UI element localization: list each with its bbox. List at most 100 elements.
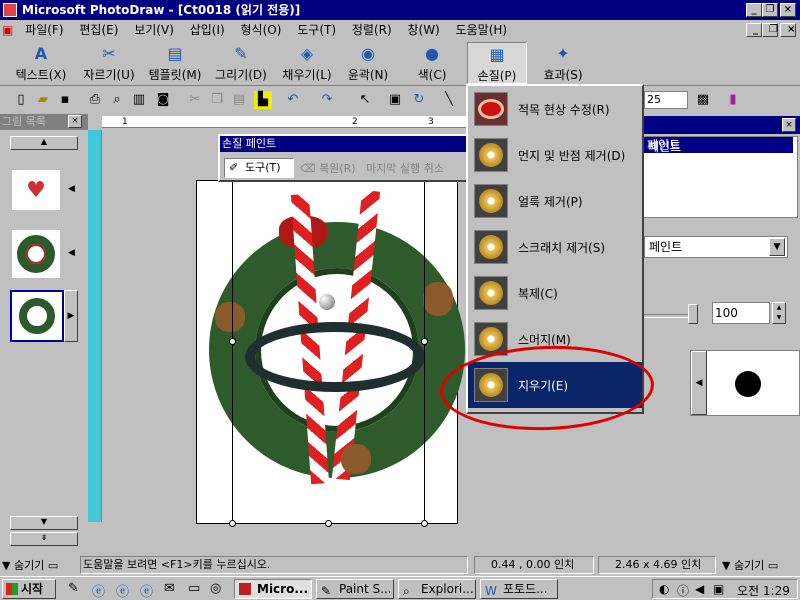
close-button[interactable]: × xyxy=(780,3,796,17)
menu-scratch[interactable]: 스크래치 제거(S) xyxy=(468,224,642,270)
picture-list-panel: 그림 목록 × ▲ ♥ ◀ ◀ ▶ ▼ ⇟ xyxy=(0,114,88,554)
paste-icon[interactable]: ▤ xyxy=(230,91,248,109)
panel-close-icon[interactable]: × xyxy=(68,115,82,128)
task-paint-shop[interactable]: ✎ Paint S... xyxy=(316,579,394,599)
thumbnail-candy-wreath[interactable] xyxy=(10,290,64,342)
brush-prev-button[interactable]: ◀ xyxy=(691,351,707,415)
tools-button[interactable]: ✐ 도구(T) xyxy=(224,158,294,178)
doc-minimize-button[interactable]: _ xyxy=(746,23,762,37)
bring-front-icon[interactable]: ▣ xyxy=(386,91,404,109)
menu-red-eye[interactable]: 적목 현상 수정(R) xyxy=(468,86,642,132)
outlook-icon[interactable]: ✉ xyxy=(164,581,175,596)
task-explorer[interactable]: ⌕ Explori... xyxy=(398,579,476,599)
thumbnail-heart[interactable]: ♥ xyxy=(12,170,60,210)
thumbnail-wreath[interactable] xyxy=(12,230,60,278)
new-icon[interactable]: ▯ xyxy=(12,91,30,109)
ie-icon[interactable]: ⓔ xyxy=(116,581,129,600)
line-icon[interactable]: ╲ xyxy=(440,91,458,109)
media-icon[interactable]: ◎ xyxy=(210,581,221,596)
undo-last-button[interactable]: 마지막 실행 취소 xyxy=(366,160,466,176)
selection-handle[interactable] xyxy=(229,520,236,527)
chevron-down-icon[interactable]: ▼ xyxy=(769,238,785,256)
template-button[interactable]: ▤ 템플릿(M) xyxy=(142,42,208,84)
hide-button-left[interactable]: ▼ 숨기기 ▭ xyxy=(2,557,58,573)
touchup-button[interactable]: ▦ 손질(P) xyxy=(467,42,527,84)
quick-launch-icon[interactable]: ✎ xyxy=(68,581,79,596)
color-button[interactable]: ● 색(C) xyxy=(400,42,464,84)
network-icon[interactable]: ◐ xyxy=(659,582,669,596)
doc-close-button[interactable]: × xyxy=(780,23,796,37)
doc-restore-button[interactable]: ❐ xyxy=(762,23,778,37)
maximize-button[interactable]: ❐ xyxy=(762,3,778,17)
menu-arrange[interactable]: 정렬(R) xyxy=(346,20,398,40)
outline-button[interactable]: ◉ 윤곽(N) xyxy=(340,42,396,84)
print-icon[interactable]: ⎙ xyxy=(86,91,104,109)
menu-dust[interactable]: 먼지 및 반점 제거(D) xyxy=(468,132,642,178)
size-input[interactable]: 100 xyxy=(712,302,770,324)
menu-insert[interactable]: 삽입(I) xyxy=(184,20,231,40)
menu-clone[interactable]: 복제(C) xyxy=(468,270,642,316)
draw-button[interactable]: ✎ 그리기(D) xyxy=(208,42,274,84)
menu-file[interactable]: 파일(F) xyxy=(19,20,69,40)
selection-handle[interactable] xyxy=(421,338,428,345)
brush-preview[interactable]: ◀ xyxy=(690,350,800,416)
save-icon[interactable]: ▪ xyxy=(56,91,74,109)
menu-window[interactable]: 창(W) xyxy=(401,20,445,40)
menu-format[interactable]: 형식(O) xyxy=(235,20,288,40)
system-tray: ◐ ⓘ ◀ ▣ 오전 1:29 xyxy=(652,579,798,599)
format-painter-icon[interactable]: ▙ xyxy=(254,91,272,109)
size-spinner[interactable]: ▲ ▼ xyxy=(772,302,786,324)
ie-icon[interactable]: ⓔ xyxy=(92,581,105,600)
volume-icon[interactable]: ◀ xyxy=(695,582,704,596)
blemish-icon xyxy=(474,184,508,218)
crop-button[interactable]: ✂ 자르기(U) xyxy=(76,42,142,84)
scan-icon[interactable]: ▥ xyxy=(130,91,148,109)
menu-blemish[interactable]: 얼룩 제거(P) xyxy=(468,178,642,224)
undo-icon[interactable]: ↶ xyxy=(284,91,302,109)
scroll-up-button[interactable]: ▲ xyxy=(10,136,78,150)
open-icon[interactable]: ▰ xyxy=(34,91,52,109)
paint-type-select[interactable]: 페인트 ▼ xyxy=(644,236,788,258)
copy-icon[interactable]: ❐ xyxy=(208,91,226,109)
scroll-down-button[interactable]: ▼ xyxy=(10,516,78,530)
book-icon[interactable]: ▮ xyxy=(724,91,742,109)
task-photodraw[interactable]: Micro... xyxy=(234,579,312,599)
doc-icon[interactable]: ▣ xyxy=(0,20,15,40)
preview-icon[interactable]: ⌕ xyxy=(108,91,126,109)
zoom-box[interactable]: 25 xyxy=(644,91,688,109)
selection-handle[interactable] xyxy=(325,520,332,527)
fit-icon[interactable]: ▩ xyxy=(694,91,712,109)
menu-view[interactable]: 보기(V) xyxy=(128,20,180,40)
ie-icon[interactable]: ⓔ xyxy=(140,581,153,600)
hide-button-right[interactable]: ▼ 숨기기 ▭ xyxy=(722,557,778,573)
color-icon: ● xyxy=(425,44,439,63)
tray-app-icon[interactable]: ▣ xyxy=(713,582,724,596)
app-icon[interactable] xyxy=(3,3,17,17)
camera-icon[interactable]: ◙ xyxy=(154,91,172,109)
effects-button[interactable]: ✦ 효과(S) xyxy=(530,42,596,84)
right-panel-close-icon[interactable]: × xyxy=(782,118,796,132)
menu-tools[interactable]: 도구(T) xyxy=(291,20,342,40)
thumbnail-arrow[interactable]: ◀ xyxy=(68,184,75,194)
pointer-icon[interactable]: ↖ xyxy=(356,91,374,109)
menu-help[interactable]: 도움말(H) xyxy=(450,20,514,40)
start-button[interactable]: 시작 xyxy=(2,579,56,599)
restore-button[interactable]: ⌫ 복원(R) xyxy=(300,160,356,176)
thumbnail-arrow[interactable]: ◀ xyxy=(68,248,75,258)
cut-icon[interactable]: ✂ xyxy=(186,91,204,109)
rotate-icon[interactable]: ↻ xyxy=(410,91,428,109)
minimize-button[interactable]: _ xyxy=(746,3,762,17)
thumbnail-expand-button[interactable]: ▶ xyxy=(64,290,78,342)
menu-edit[interactable]: 편집(E) xyxy=(73,20,124,40)
size-slider-thumb[interactable] xyxy=(688,304,698,324)
right-panel-title: 페인트 xyxy=(648,140,682,154)
scroll-end-button[interactable]: ⇟ xyxy=(10,532,78,546)
task-word[interactable]: W 포토드... xyxy=(480,579,558,599)
help-icon[interactable]: ⓘ xyxy=(677,582,689,599)
desktop-icon[interactable]: ▭ xyxy=(188,581,200,596)
redo-icon[interactable]: ↷ xyxy=(318,91,336,109)
fill-button[interactable]: ◈ 채우기(L) xyxy=(274,42,340,84)
selection-handle[interactable] xyxy=(421,520,428,527)
text-button[interactable]: A 텍스트(X) xyxy=(6,42,76,84)
selection-handle[interactable] xyxy=(229,338,236,345)
